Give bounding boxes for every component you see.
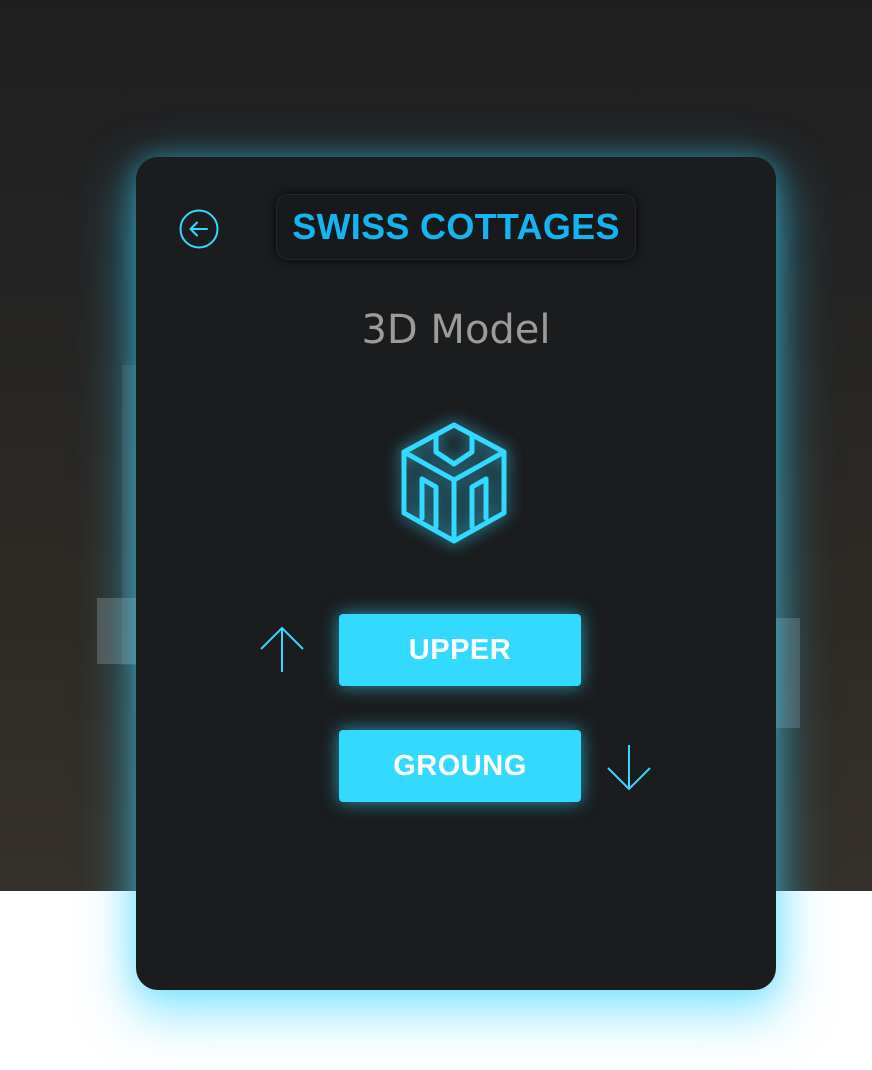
page-title: SWISS COTTAGES [292,206,620,247]
back-button[interactable] [178,208,220,250]
arrow-up-icon [257,625,307,675]
model-panel: SWISS COTTAGES 3D Model UPPER GROUNG [136,157,776,990]
section-subtitle: 3D Model [361,307,551,353]
cube-3d-icon[interactable] [386,415,522,551]
background-object [97,598,137,664]
upper-floor-button[interactable]: UPPER [339,614,581,686]
title-badge: SWISS COTTAGES [276,194,636,260]
arrow-down-icon [604,742,654,792]
arrow-left-circle-icon [179,209,219,249]
ground-floor-button[interactable]: GROUNG [339,730,581,802]
